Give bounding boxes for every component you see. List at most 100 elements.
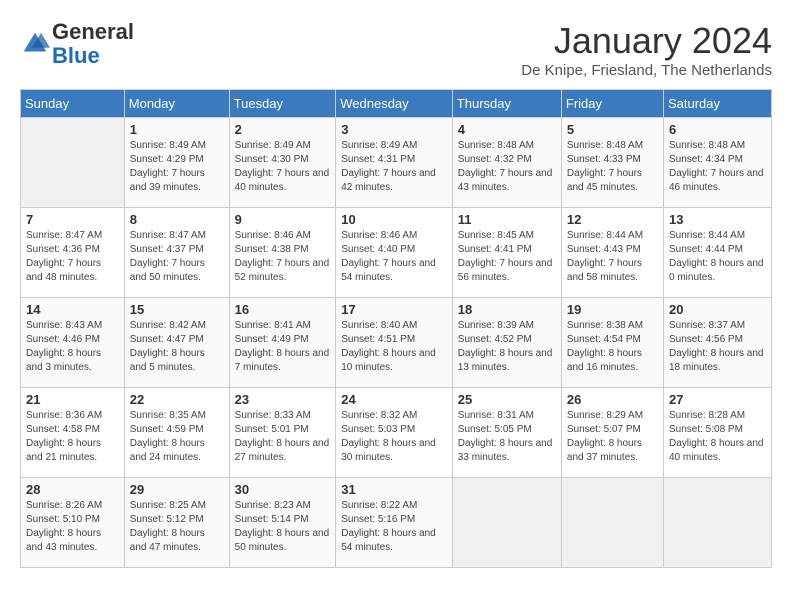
day-info: Sunrise: 8:40 AMSunset: 4:51 PMDaylight:… bbox=[341, 319, 447, 375]
calendar-cell bbox=[21, 118, 125, 208]
calendar-cell: 20Sunrise: 8:37 AMSunset: 4:56 PMDayligh… bbox=[663, 298, 771, 388]
calendar-week-row: 28Sunrise: 8:26 AMSunset: 5:10 PMDayligh… bbox=[21, 478, 772, 568]
day-number: 30 bbox=[235, 482, 331, 497]
logo-icon bbox=[20, 29, 50, 59]
weekday-header-wednesday: Wednesday bbox=[336, 90, 453, 118]
day-info: Sunrise: 8:49 AMSunset: 4:30 PMDaylight:… bbox=[235, 139, 331, 195]
calendar-cell: 2 Sunrise: 8:49 AMSunset: 4:30 PMDaylight… bbox=[229, 118, 336, 208]
calendar-cell: 23Sunrise: 8:33 AMSunset: 5:01 PMDayligh… bbox=[229, 388, 336, 478]
day-number: 26 bbox=[567, 392, 658, 407]
weekday-header-tuesday: Tuesday bbox=[229, 90, 336, 118]
day-info: Sunrise: 8:42 AMSunset: 4:47 PMDaylight:… bbox=[130, 319, 224, 375]
day-info: Sunrise: 8:31 AMSunset: 5:05 PMDaylight:… bbox=[458, 409, 556, 465]
day-info: Sunrise: 8:45 AMSunset: 4:41 PMDaylight:… bbox=[458, 229, 556, 285]
day-number: 22 bbox=[130, 392, 224, 407]
day-info: Sunrise: 8:36 AMSunset: 4:58 PMDaylight:… bbox=[26, 409, 119, 465]
calendar-cell: 28Sunrise: 8:26 AMSunset: 5:10 PMDayligh… bbox=[21, 478, 125, 568]
day-info: Sunrise: 8:29 AMSunset: 5:07 PMDaylight:… bbox=[567, 409, 658, 465]
weekday-header-sunday: Sunday bbox=[21, 90, 125, 118]
day-number: 5 bbox=[567, 122, 658, 137]
weekday-header-saturday: Saturday bbox=[663, 90, 771, 118]
day-info: Sunrise: 8:25 AMSunset: 5:12 PMDaylight:… bbox=[130, 499, 224, 555]
calendar-cell: 27 Sunrise: 8:28 AMSunset: 5:08 PMDayligh… bbox=[663, 388, 771, 478]
weekday-header-row: SundayMondayTuesdayWednesdayThursdayFrid… bbox=[21, 90, 772, 118]
day-number: 19 bbox=[567, 302, 658, 317]
logo: General Blue bbox=[20, 20, 134, 68]
day-number: 2 bbox=[235, 122, 331, 137]
day-info: Sunrise: 8:28 AMSunset: 5:08 PMDaylight:… bbox=[669, 409, 766, 465]
calendar-cell: 12Sunrise: 8:44 AMSunset: 4:43 PMDayligh… bbox=[561, 208, 663, 298]
day-info: Sunrise: 8:48 AMSunset: 4:34 PMDaylight:… bbox=[669, 139, 766, 195]
logo-general-text: General bbox=[52, 19, 134, 44]
day-number: 3 bbox=[341, 122, 447, 137]
day-info: Sunrise: 8:49 AMSunset: 4:31 PMDaylight:… bbox=[341, 139, 447, 195]
day-number: 20 bbox=[669, 302, 766, 317]
calendar-cell bbox=[663, 478, 771, 568]
day-number: 31 bbox=[341, 482, 447, 497]
day-number: 15 bbox=[130, 302, 224, 317]
calendar-cell: 3 Sunrise: 8:49 AMSunset: 4:31 PMDaylight… bbox=[336, 118, 453, 208]
day-info: Sunrise: 8:47 AMSunset: 4:36 PMDaylight:… bbox=[26, 229, 119, 285]
day-info: Sunrise: 8:44 AMSunset: 4:44 PMDaylight:… bbox=[669, 229, 766, 285]
day-info: Sunrise: 8:46 AMSunset: 4:38 PMDaylight:… bbox=[235, 229, 331, 285]
day-number: 10 bbox=[341, 212, 447, 227]
calendar-cell: 15 Sunrise: 8:42 AMSunset: 4:47 PMDayligh… bbox=[124, 298, 229, 388]
day-number: 9 bbox=[235, 212, 331, 227]
calendar-cell: 5 Sunrise: 8:48 AMSunset: 4:33 PMDaylight… bbox=[561, 118, 663, 208]
calendar-week-row: 1 Sunrise: 8:49 AMSunset: 4:29 PMDaylight… bbox=[21, 118, 772, 208]
calendar-cell: 9 Sunrise: 8:46 AMSunset: 4:38 PMDaylight… bbox=[229, 208, 336, 298]
calendar-cell: 16Sunrise: 8:41 AMSunset: 4:49 PMDayligh… bbox=[229, 298, 336, 388]
weekday-header-monday: Monday bbox=[124, 90, 229, 118]
day-number: 18 bbox=[458, 302, 556, 317]
day-number: 21 bbox=[26, 392, 119, 407]
day-info: Sunrise: 8:32 AMSunset: 5:03 PMDaylight:… bbox=[341, 409, 447, 465]
day-info: Sunrise: 8:38 AMSunset: 4:54 PMDaylight:… bbox=[567, 319, 658, 375]
day-number: 12 bbox=[567, 212, 658, 227]
day-info: Sunrise: 8:41 AMSunset: 4:49 PMDaylight:… bbox=[235, 319, 331, 375]
day-number: 7 bbox=[26, 212, 119, 227]
day-number: 13 bbox=[669, 212, 766, 227]
day-info: Sunrise: 8:23 AMSunset: 5:14 PMDaylight:… bbox=[235, 499, 331, 555]
day-number: 4 bbox=[458, 122, 556, 137]
title-area: January 2024 De Knipe, Friesland, The Ne… bbox=[521, 20, 772, 79]
calendar-cell: 25 Sunrise: 8:31 AMSunset: 5:05 PMDayligh… bbox=[452, 388, 561, 478]
day-info: Sunrise: 8:46 AMSunset: 4:40 PMDaylight:… bbox=[341, 229, 447, 285]
calendar-cell: 17 Sunrise: 8:40 AMSunset: 4:51 PMDayligh… bbox=[336, 298, 453, 388]
calendar-week-row: 21 Sunrise: 8:36 AMSunset: 4:58 PMDayligh… bbox=[21, 388, 772, 478]
calendar-cell: 24 Sunrise: 8:32 AMSunset: 5:03 PMDayligh… bbox=[336, 388, 453, 478]
calendar-table: SundayMondayTuesdayWednesdayThursdayFrid… bbox=[20, 89, 772, 568]
day-number: 17 bbox=[341, 302, 447, 317]
logo-blue-text: Blue bbox=[52, 43, 100, 68]
calendar-cell: 8Sunrise: 8:47 AMSunset: 4:37 PMDaylight… bbox=[124, 208, 229, 298]
calendar-cell: 10 Sunrise: 8:46 AMSunset: 4:40 PMDayligh… bbox=[336, 208, 453, 298]
day-number: 27 bbox=[669, 392, 766, 407]
day-number: 14 bbox=[26, 302, 119, 317]
weekday-header-thursday: Thursday bbox=[452, 90, 561, 118]
day-info: Sunrise: 8:22 AMSunset: 5:16 PMDaylight:… bbox=[341, 499, 447, 555]
calendar-cell: 6Sunrise: 8:48 AMSunset: 4:34 PMDaylight… bbox=[663, 118, 771, 208]
calendar-cell: 19 Sunrise: 8:38 AMSunset: 4:54 PMDayligh… bbox=[561, 298, 663, 388]
day-info: Sunrise: 8:49 AMSunset: 4:29 PMDaylight:… bbox=[130, 139, 224, 195]
day-number: 25 bbox=[458, 392, 556, 407]
calendar-cell: 1 Sunrise: 8:49 AMSunset: 4:29 PMDaylight… bbox=[124, 118, 229, 208]
calendar-cell: 14Sunrise: 8:43 AMSunset: 4:46 PMDayligh… bbox=[21, 298, 125, 388]
day-number: 24 bbox=[341, 392, 447, 407]
calendar-cell: 21 Sunrise: 8:36 AMSunset: 4:58 PMDayligh… bbox=[21, 388, 125, 478]
day-number: 1 bbox=[130, 122, 224, 137]
calendar-cell: 7 Sunrise: 8:47 AMSunset: 4:36 PMDaylight… bbox=[21, 208, 125, 298]
day-info: Sunrise: 8:26 AMSunset: 5:10 PMDaylight:… bbox=[26, 499, 119, 555]
calendar-cell bbox=[452, 478, 561, 568]
day-info: Sunrise: 8:48 AMSunset: 4:33 PMDaylight:… bbox=[567, 139, 658, 195]
calendar-cell: 29 Sunrise: 8:25 AMSunset: 5:12 PMDayligh… bbox=[124, 478, 229, 568]
calendar-cell: 11 Sunrise: 8:45 AMSunset: 4:41 PMDayligh… bbox=[452, 208, 561, 298]
calendar-subtitle: De Knipe, Friesland, The Netherlands bbox=[521, 62, 772, 79]
day-number: 23 bbox=[235, 392, 331, 407]
calendar-week-row: 7 Sunrise: 8:47 AMSunset: 4:36 PMDaylight… bbox=[21, 208, 772, 298]
calendar-cell: 18 Sunrise: 8:39 AMSunset: 4:52 PMDayligh… bbox=[452, 298, 561, 388]
calendar-cell: 22 Sunrise: 8:35 AMSunset: 4:59 PMDayligh… bbox=[124, 388, 229, 478]
calendar-cell: 31 Sunrise: 8:22 AMSunset: 5:16 PMDayligh… bbox=[336, 478, 453, 568]
day-number: 11 bbox=[458, 212, 556, 227]
day-info: Sunrise: 8:35 AMSunset: 4:59 PMDaylight:… bbox=[130, 409, 224, 465]
day-info: Sunrise: 8:39 AMSunset: 4:52 PMDaylight:… bbox=[458, 319, 556, 375]
day-number: 29 bbox=[130, 482, 224, 497]
